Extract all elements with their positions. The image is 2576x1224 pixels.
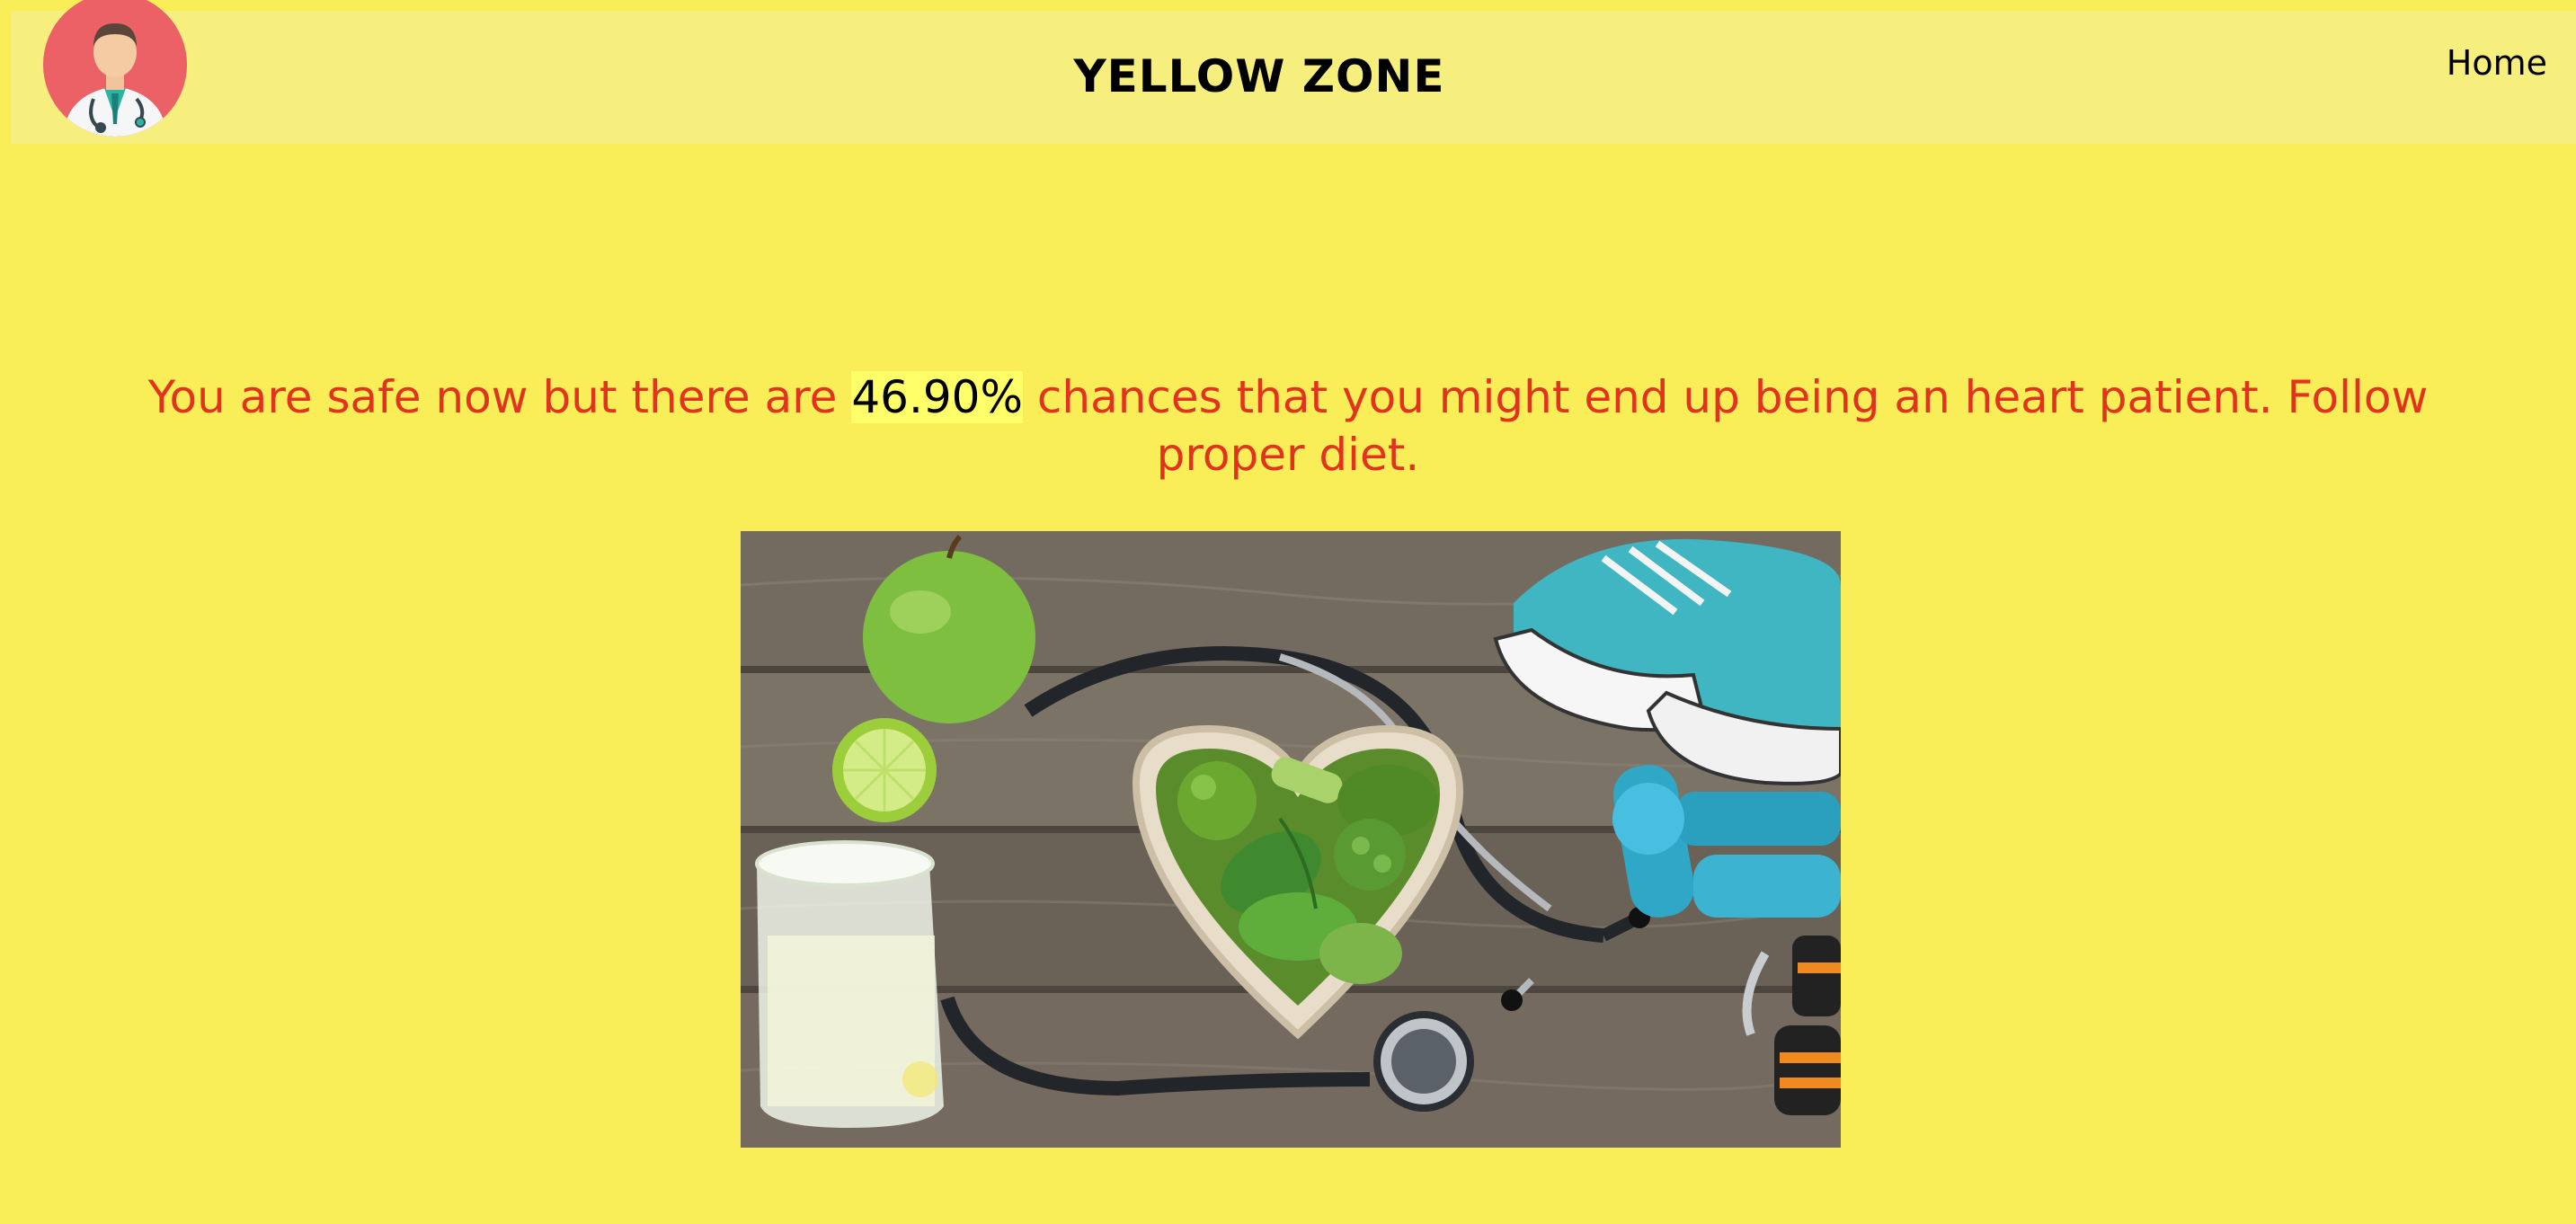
risk-percentage: 46.90% (851, 371, 1023, 423)
navbar: YELLOW ZONE Home (11, 0, 2576, 144)
healthy-lifestyle-photo (741, 531, 1841, 1148)
message-text-before: You are safe now but there are (147, 371, 838, 423)
risk-message: You are safe now but there are 46.90% ch… (135, 368, 2441, 483)
message-text-after: chances that you might end up being an h… (1036, 371, 2429, 481)
page: YELLOW ZONE Home You are safe now but th… (0, 0, 2576, 1224)
home-link[interactable]: Home (2447, 43, 2547, 83)
page-title: YELLOW ZONE (1073, 50, 1445, 102)
